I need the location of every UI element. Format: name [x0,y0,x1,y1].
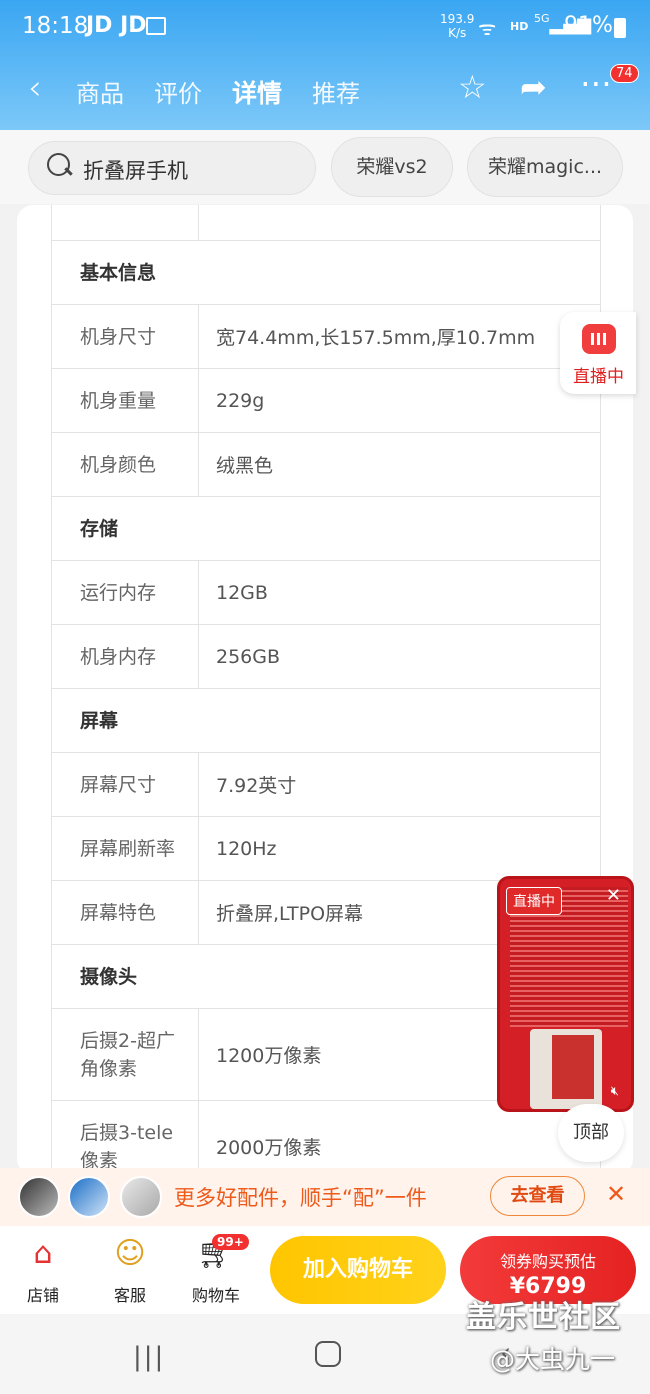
spec-value: 绒黑色 [216,455,274,477]
section-title: 基本信息 [80,261,157,284]
hd-indicator: HD [510,20,529,33]
speed-unit: K/s [448,26,467,40]
section-storage: 存储 [52,497,600,561]
gallery-icon [146,17,166,35]
recent-apps-icon[interactable]: ||| [133,1342,165,1372]
message-badge: 74 [610,64,639,83]
spec-value: 1200万像素 [216,1045,322,1067]
watermark-author: @大虫九一 [490,1345,616,1374]
spec-key: 后摄3-tele像素 [52,1101,199,1175]
accessory-thumb-2 [68,1176,110,1218]
view-button[interactable]: 去查看 [490,1176,585,1216]
tab-reviews[interactable]: 评价 [154,74,202,109]
table-row: 机身颜色 绒黑色 [52,433,600,497]
table-row: 机身尺寸 宽74.4mm,长157.5mm,厚10.7mm [52,305,600,369]
table-row: 后摄3-tele像素 2000万像素 [52,1101,600,1175]
chat-icon: ☺ [114,1236,146,1271]
section-title: 屏幕 [80,709,119,732]
section-screen: 屏幕 [52,689,600,753]
watermark-title: 盖乐世社区 [466,1300,621,1335]
table-row-partial [52,205,600,241]
accessory-thumb-3 [120,1176,162,1218]
cart-badge: 99+ [212,1234,249,1250]
live-tag: 直播中 [506,887,562,915]
spec-value: 229g [216,389,265,412]
live-preview-window[interactable]: 直播中 ✕ 🔇︎ [497,876,634,1112]
spec-key: 后摄2-超广角像素 [52,1009,199,1100]
battery-icon [614,18,626,38]
close-icon[interactable]: ✕ [606,1180,626,1208]
search-placeholder: 折叠屏手机 [83,159,188,183]
spec-value: 7.92英寸 [216,775,297,797]
spec-key: 屏幕刷新率 [52,817,199,880]
wifi-icon: ᯤ [478,16,497,40]
spec-value: 宽74.4mm,长157.5mm,厚10.7mm [216,327,536,349]
spec-value: 256GB [216,645,281,668]
add-to-cart-button[interactable]: 加入购物车 [270,1236,446,1304]
live-side-label: 直播中 [573,367,624,387]
table-row: 运行内存 12GB [52,561,600,625]
home-icon[interactable] [315,1341,341,1367]
spec-value: 折叠屏,LTPO屏幕 [216,903,364,925]
back-icon[interactable]: ‹ [28,68,42,108]
star-icon[interactable]: ☆ [458,68,487,106]
live-icon [582,324,616,354]
share-icon[interactable]: ➦ [520,68,547,106]
search-row: 折叠屏手机 荣耀vs2 荣耀magic... [0,130,650,204]
table-row: 屏幕尺寸 7.92英寸 [52,753,600,817]
accessory-promo-bar[interactable]: 更多好配件，顺手“配”一件 去查看 ✕ [0,1168,650,1226]
more-icon[interactable]: ⋯ [580,64,612,102]
table-row: 屏幕刷新率 120Hz [52,817,600,881]
table-row: 机身内存 256GB [52,625,600,689]
speed-value: 193.9 [440,12,475,26]
section-basic-info: 基本信息 [52,241,600,305]
mute-icon[interactable]: 🔇︎ [611,1084,619,1099]
search-chip-1[interactable]: 荣耀vs2 [331,137,453,197]
network-speed: 193.9 K/s [440,12,474,40]
service-label: 客服 [113,1286,146,1305]
spec-value: 12GB [216,581,268,604]
spec-value: 2000万像素 [216,1137,322,1159]
buy-title: 领券购买预估 [499,1252,596,1271]
store-button[interactable]: ⌂ 店铺 [13,1236,73,1306]
spec-key: 机身重量 [52,369,199,432]
store-label: 店铺 [26,1286,59,1305]
search-icon [47,153,73,179]
table-row: 机身重量 229g [52,369,600,433]
spec-key: 屏幕特色 [52,881,199,944]
search-chip-2[interactable]: 荣耀magic... [467,137,623,197]
accessory-thumb-1 [18,1176,60,1218]
network-type: 5G [534,12,550,25]
section-title: 摄像头 [80,965,138,988]
tab-recommend[interactable]: 推荐 [312,74,360,109]
store-icon: ⌂ [33,1236,53,1271]
close-icon[interactable]: ✕ [606,885,621,906]
section-title: 存储 [80,517,119,540]
tab-details[interactable]: 详情 [232,74,282,110]
spec-key: 运行内存 [52,561,199,624]
service-button[interactable]: ☺ 客服 [100,1236,160,1306]
status-time: 18:18 [22,13,89,39]
spec-key: 机身尺寸 [52,305,199,368]
spec-key: 机身内存 [52,625,199,688]
search-input[interactable]: 折叠屏手机 [28,141,316,195]
battery-percent: 91% [564,13,613,38]
cart-label: 购物车 [191,1286,240,1305]
status-bar: 18:18 JD JD 193.9 K/s ᯤ HD 5G▂▄▆ 91% [0,0,650,56]
promo-text: 更多好配件，顺手“配”一件 [174,1186,427,1210]
spec-value: 120Hz [216,837,277,860]
nav-bar: ‹ 商品 评价 详情 推荐 ☆ ➦ ⋯ 74 [0,62,650,118]
tab-product[interactable]: 商品 [76,74,124,109]
live-side-button[interactable]: 直播中 [560,312,636,394]
spec-key: 机身颜色 [52,433,199,496]
spec-key: 屏幕尺寸 [52,753,199,816]
product-box-image [530,1029,602,1109]
status-app-icons: JD JD [86,13,147,38]
app-header: 18:18 JD JD 193.9 K/s ᯤ HD 5G▂▄▆ 91% ‹ 商… [0,0,650,130]
back-to-top-button[interactable]: 顶部 [558,1104,624,1162]
